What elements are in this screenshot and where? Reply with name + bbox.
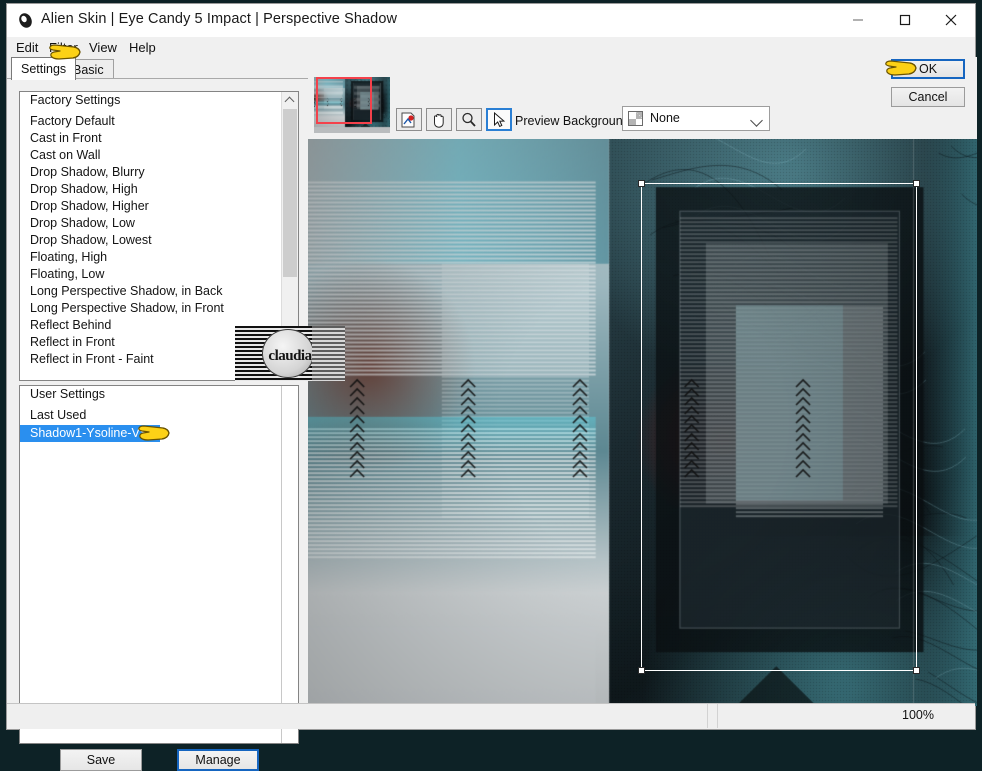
factory-list-item[interactable]: Factory Default [20,113,282,130]
factory-list-item[interactable]: Drop Shadow, Higher [20,198,282,215]
checkerboard-swatch-icon [628,111,643,126]
minimize-button[interactable] [835,4,881,35]
user-list-item[interactable]: Last Used [20,407,282,424]
preview-artwork [308,139,977,706]
user-list-scrollbar[interactable] [281,386,298,743]
factory-list-item[interactable]: Drop Shadow, Blurry [20,164,282,181]
menu-filter[interactable]: Filter [45,38,82,57]
claudia-watermark: claudia [235,326,345,381]
title-bar: Alien Skin | Eye Candy 5 Impact | Perspe… [7,4,975,37]
cancel-button[interactable]: Cancel [891,87,965,107]
plugin-window: Alien Skin | Eye Candy 5 Impact | Perspe… [6,3,977,771]
zoom-level-indicator: 100% [717,704,967,728]
manage-button[interactable]: Manage [177,749,259,771]
watermark-stripes [312,326,345,381]
alienskin-eye-icon [17,12,34,29]
status-message-area [7,704,707,728]
arrow-pointer-icon[interactable] [486,108,512,131]
hand-icon[interactable] [426,108,452,131]
chevron-down-icon [750,114,763,127]
compare-preview-icon[interactable] [396,108,422,131]
preview-canvas[interactable] [308,139,977,706]
window-title: Alien Skin | Eye Candy 5 Impact | Perspe… [41,11,398,27]
user-settings-header: User Settings [30,387,106,401]
close-button[interactable] [928,4,974,35]
watermark-text: claudia [268,348,312,364]
menu-help[interactable]: Help [125,38,160,57]
user-list-item[interactable]: Shadow1-Ysoline-VSP [20,425,161,442]
ok-button[interactable]: OK [891,59,965,79]
preview-background-value: None [650,111,680,125]
factory-list-item[interactable]: Floating, High [20,249,282,266]
menu-bar: Edit Filter View Help [7,37,975,57]
preview-panel: Preview Background: None [308,57,977,706]
settings-panel: Factory Settings Factory Default Cast in F… [7,78,308,771]
factory-list-item[interactable]: Cast on Wall [20,147,282,164]
maximize-button[interactable] [882,4,928,35]
factory-list-item[interactable]: Cast in Front [20,130,282,147]
thumbnail-viewport-rect[interactable] [316,77,372,124]
magnifier-icon[interactable] [456,108,482,131]
factory-list-item[interactable]: Drop Shadow, Low [20,215,282,232]
menu-view[interactable]: View [85,38,121,57]
scrollbar-thumb[interactable] [283,109,297,277]
scroll-up-arrow-icon[interactable] [282,92,298,108]
thumbnail-navigator[interactable] [314,77,390,133]
factory-list-item[interactable]: Drop Shadow, High [20,181,282,198]
status-divider [707,704,717,728]
preview-background-dropdown[interactable]: None [622,106,770,131]
user-settings-list[interactable]: User Settings Last Used Shadow1-Ysoline-VS… [19,385,299,744]
preview-background-label: Preview Background: [515,114,634,128]
screen: Alien Skin | Eye Candy 5 Impact | Perspe… [0,0,982,771]
factory-list-item[interactable]: Long Perspective Shadow, in Back [20,283,282,300]
factory-list-item[interactable]: Drop Shadow, Lowest [20,232,282,249]
save-button[interactable]: Save [60,749,142,771]
tab-settings[interactable]: Settings [11,57,77,80]
status-bar: 100% [7,703,975,729]
menu-edit[interactable]: Edit [12,38,42,57]
factory-settings-header: Factory Settings [30,93,121,107]
tab-strip: Settings Basic [7,57,308,80]
factory-list-item[interactable]: Long Perspective Shadow, in Front [20,300,282,317]
factory-list-item[interactable]: Floating, Low [20,266,282,283]
